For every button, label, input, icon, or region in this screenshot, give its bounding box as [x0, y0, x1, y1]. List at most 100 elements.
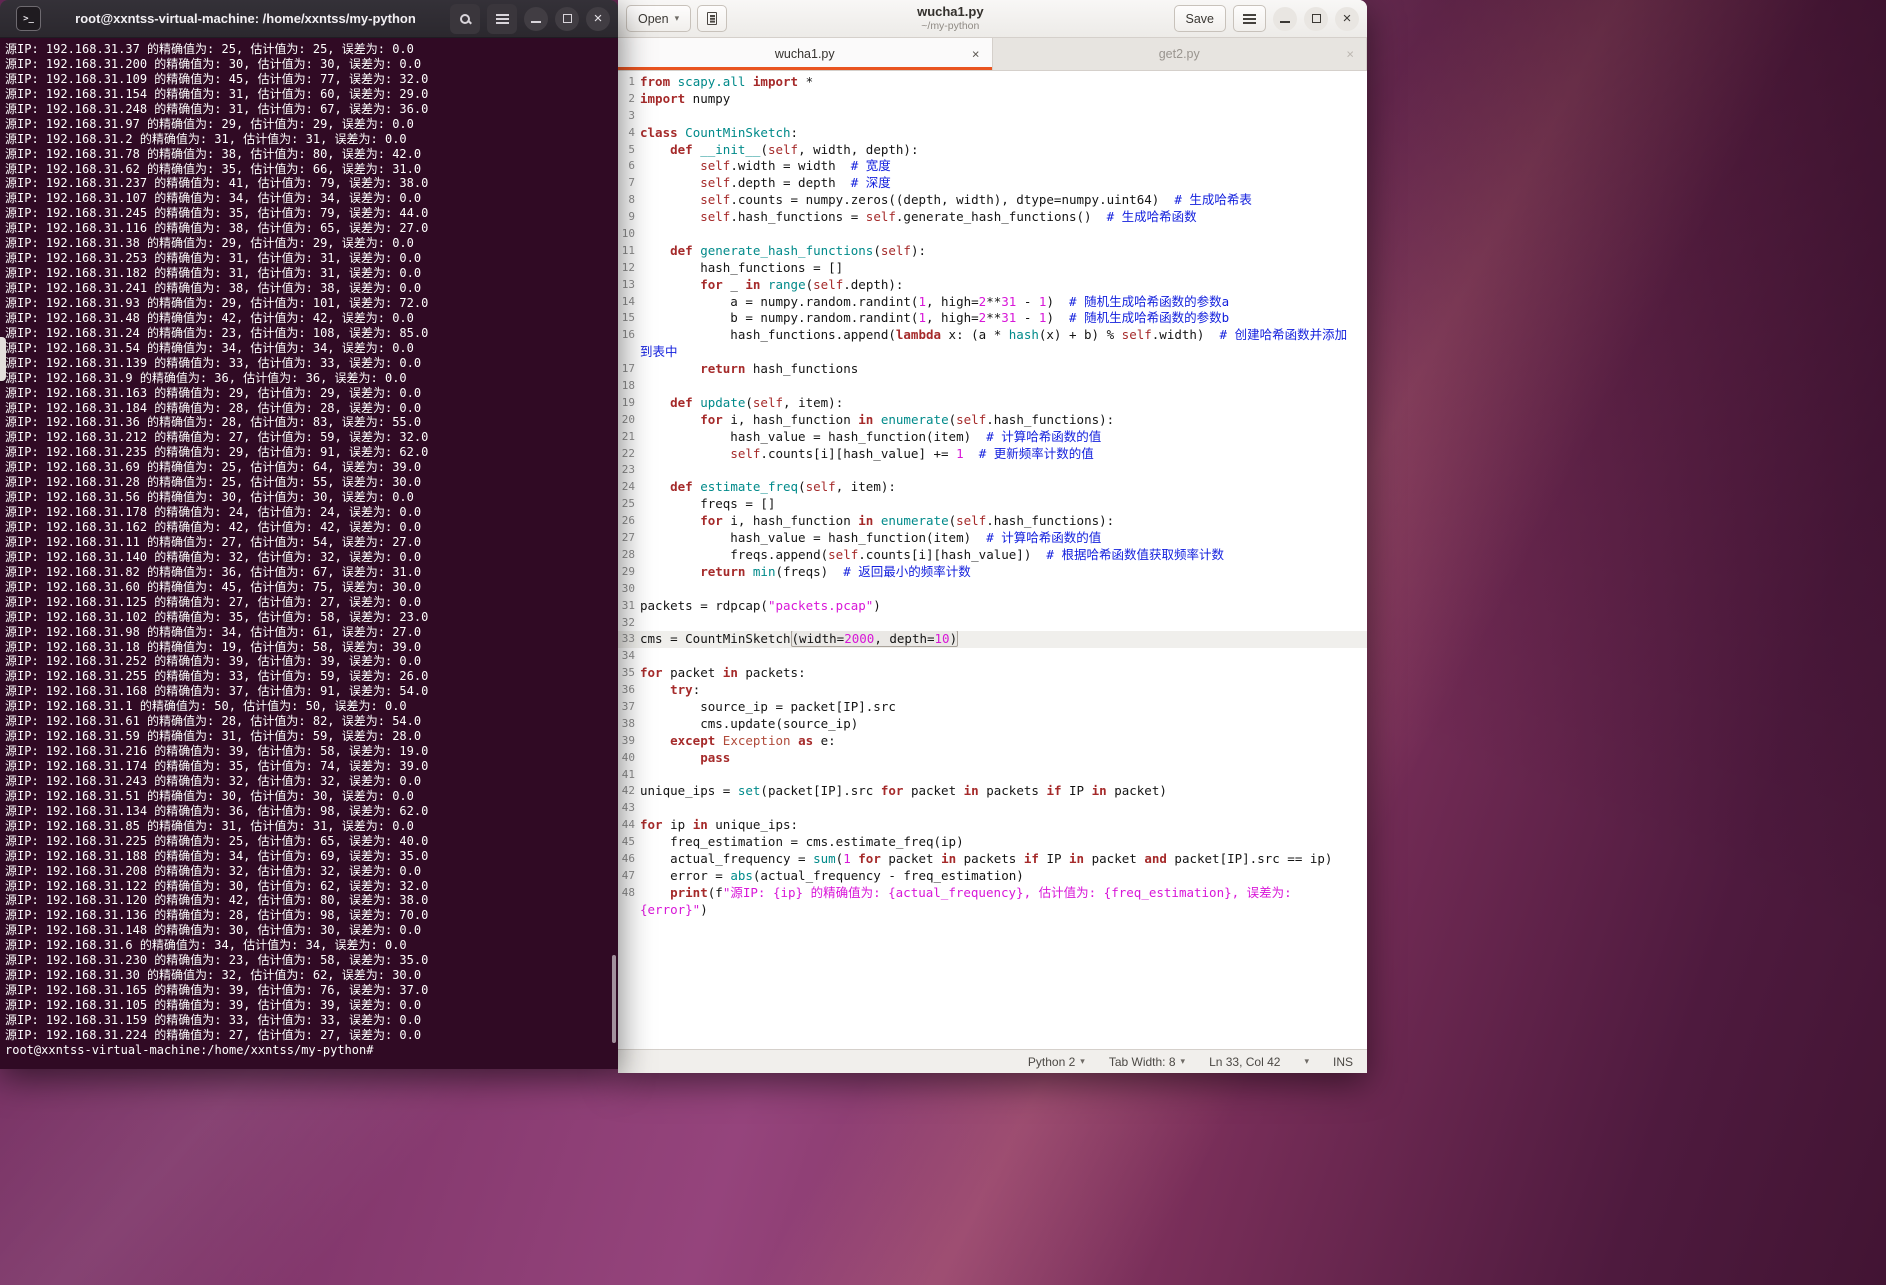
line-number: 16	[621, 328, 635, 342]
code-line[interactable]: 17 return hash_functions	[618, 361, 1367, 378]
code-line[interactable]: 33 cms = CountMinSketch(width=2000, depth…	[618, 631, 1367, 649]
terminal-menu-button[interactable]	[487, 3, 517, 34]
code-line[interactable]: 38 cms.update(source_ip)	[618, 716, 1367, 733]
code-line[interactable]: 12 hash_functions = []	[618, 260, 1367, 277]
code-line[interactable]: 3	[618, 108, 1367, 125]
code-line[interactable]: 13 for _ in range(self.depth):	[618, 277, 1367, 294]
terminal-output-line: 源IP: 192.168.31.60 的精确值为: 45, 估计值为: 75, …	[5, 579, 422, 594]
cursor-position[interactable]: Ln 33, Col 42	[1209, 1055, 1280, 1069]
terminal-output-line: 源IP: 192.168.31.136 的精确值为: 28, 估计值为: 98,…	[5, 908, 429, 923]
code-line[interactable]: 44 for ip in unique_ips:	[618, 817, 1367, 834]
code-line[interactable]: 30	[618, 581, 1367, 598]
tab-close-icon[interactable]: ×	[1346, 47, 1354, 62]
code-line[interactable]: 47 error = abs(actual_frequency - freq_e…	[618, 868, 1367, 885]
code-line[interactable]: 34	[618, 648, 1367, 665]
code-line[interactable]: 2 import numpy	[618, 91, 1367, 108]
editor-header-left: Open ▾	[626, 5, 728, 32]
line-number: 38	[621, 716, 635, 730]
code-line[interactable]: 42 unique_ips = set(packet[IP].src for pa…	[618, 783, 1367, 800]
code-line[interactable]: 4 class CountMinSketch:	[618, 125, 1367, 142]
code-line[interactable]: 7 self.depth = depth # 深度	[618, 175, 1367, 192]
code-line[interactable]: 6 self.width = width # 宽度	[618, 158, 1367, 175]
editor-maximize-button[interactable]	[1304, 6, 1328, 31]
tab-wucha1.py[interactable]: wucha1.py ×	[618, 38, 993, 70]
open-button[interactable]: Open ▾	[626, 5, 692, 32]
terminal-maximize-button[interactable]	[555, 6, 579, 31]
terminal-output-line: 源IP: 192.168.31.253 的精确值为: 31, 估计值为: 31,…	[5, 251, 422, 266]
code-line[interactable]: 10	[618, 226, 1367, 243]
code-line[interactable]: 9 self.hash_functions = self.generate_ha…	[618, 209, 1367, 226]
code-line[interactable]: 8 self.counts = numpy.zeros((depth, widt…	[618, 192, 1367, 209]
code-line[interactable]: 25 freqs = []	[618, 496, 1367, 513]
code-line[interactable]: 22 self.counts[i][hash_value] += 1 # 更新频…	[618, 446, 1367, 463]
code-line[interactable]: 40 pass	[618, 750, 1367, 767]
code-line[interactable]: 45 freq_estimation = cms.estimate_freq(i…	[618, 834, 1367, 851]
terminal-close-button[interactable]: ×	[586, 6, 610, 31]
code-line[interactable]: 14 a = numpy.random.randint(1, high=2**3…	[618, 294, 1367, 311]
line-number: 48	[621, 885, 635, 899]
tab-label: wucha1.py	[774, 47, 835, 61]
save-button[interactable]: Save	[1173, 5, 1226, 32]
language-label: Python 2	[1027, 1054, 1076, 1069]
code-line[interactable]: 31 packets = rdpcap("packets.pcap")	[618, 598, 1367, 615]
code-line[interactable]: 37 source_ip = packet[IP].src	[618, 699, 1367, 716]
editor-menu-button[interactable]	[1233, 5, 1266, 32]
terminal-output-line: 源IP: 192.168.31.154 的精确值为: 31, 估计值为: 60,…	[5, 86, 429, 101]
editor-minimize-button[interactable]	[1273, 6, 1297, 31]
code-line[interactable]: 11 def generate_hash_functions(self):	[618, 243, 1367, 260]
tab-width-label: Tab Width: 8	[1108, 1054, 1176, 1069]
tab-get2.py[interactable]: get2.py ×	[992, 38, 1367, 70]
goto-line-dropdown[interactable]: ▾	[1304, 1057, 1309, 1066]
editor-close-button[interactable]: ×	[1335, 6, 1359, 31]
line-number: 9	[628, 210, 635, 224]
code-line[interactable]: 35 for packet in packets:	[618, 665, 1367, 682]
code-line[interactable]: 24 def estimate_freq(self, item):	[618, 479, 1367, 496]
code-line[interactable]: 28 freqs.append(self.counts[i][hash_valu…	[618, 547, 1367, 564]
code-line[interactable]: 到表中	[618, 344, 1367, 361]
tab-width-selector[interactable]: Tab Width: 8 ▾	[1109, 1055, 1185, 1069]
code-line[interactable]: 5 def __init__(self, width, depth):	[618, 142, 1367, 159]
code-line[interactable]: 16 hash_functions.append(lambda x: (a * …	[618, 327, 1367, 344]
code-line[interactable]: 36 try:	[618, 682, 1367, 699]
line-number: 11	[621, 243, 635, 257]
code-line[interactable]: 43	[618, 800, 1367, 817]
terminal-output[interactable]: 源IP: 192.168.31.37 的精确值为: 25, 估计值为: 25, …	[0, 38, 618, 1069]
code-line[interactable]: 39 except Exception as e:	[618, 733, 1367, 750]
background-window-sliver	[0, 337, 6, 381]
line-number: 28	[621, 547, 635, 561]
code-line[interactable]: 26 for i, hash_function in enumerate(sel…	[618, 513, 1367, 530]
terminal-output-line: 源IP: 192.168.31.61 的精确值为: 28, 估计值为: 82, …	[5, 714, 422, 729]
line-number: 12	[621, 260, 635, 274]
terminal-output-line: 源IP: 192.168.31.237 的精确值为: 41, 估计值为: 79,…	[5, 176, 429, 191]
code-line[interactable]: 21 hash_value = hash_function(item) # 计算…	[618, 429, 1367, 446]
code-line[interactable]: 19 def update(self, item):	[618, 395, 1367, 412]
terminal-output-line: 源IP: 192.168.31.116 的精确值为: 38, 估计值为: 65,…	[5, 221, 429, 236]
code-line[interactable]: 48 print(f"源IP: {ip} 的精确值为: {actual_freq…	[618, 885, 1367, 902]
terminal-output-line: 源IP: 192.168.31.28 的精确值为: 25, 估计值为: 55, …	[5, 475, 422, 490]
terminal-output-line: 源IP: 192.168.31.235 的精确值为: 29, 估计值为: 91,…	[5, 445, 429, 460]
code-line[interactable]: 32	[618, 615, 1367, 632]
terminal-output-line: 源IP: 192.168.31.102 的精确值为: 35, 估计值为: 58,…	[5, 609, 429, 624]
tab-close-icon[interactable]: ×	[972, 47, 980, 62]
code-editor[interactable]: 1 from scapy.all import * 2 import numpy 3 4 c…	[618, 71, 1367, 1049]
code-line[interactable]: 41	[618, 767, 1367, 784]
language-selector[interactable]: Python 2 ▾	[1028, 1055, 1085, 1069]
terminal-minimize-button[interactable]	[524, 6, 548, 31]
code-line[interactable]: 20 for i, hash_function in enumerate(sel…	[618, 412, 1367, 429]
new-document-button[interactable]	[697, 5, 728, 32]
code-line[interactable]: 27 hash_value = hash_function(item) # 计算…	[618, 530, 1367, 547]
terminal-search-button[interactable]	[450, 3, 480, 34]
terminal-header-actions: ×	[450, 3, 610, 34]
code-line[interactable]: 15 b = numpy.random.randint(1, high=2**3…	[618, 310, 1367, 327]
code-line[interactable]: 23	[618, 462, 1367, 479]
code-line[interactable]: 46 actual_frequency = sum(1 for packet i…	[618, 851, 1367, 868]
code-line[interactable]: 18	[618, 378, 1367, 395]
terminal-scrollbar[interactable]	[612, 955, 616, 1043]
code-line[interactable]: 1 from scapy.all import *	[618, 74, 1367, 91]
line-number: 41	[621, 767, 635, 781]
terminal-output-line: 源IP: 192.168.31.230 的精确值为: 23, 估计值为: 58,…	[5, 953, 429, 968]
line-number: 30	[621, 581, 635, 595]
maximize-icon	[562, 14, 572, 23]
code-line[interactable]: 29 return min(freqs) # 返回最小的频率计数	[618, 564, 1367, 581]
code-line[interactable]: {error}")	[618, 902, 1367, 919]
